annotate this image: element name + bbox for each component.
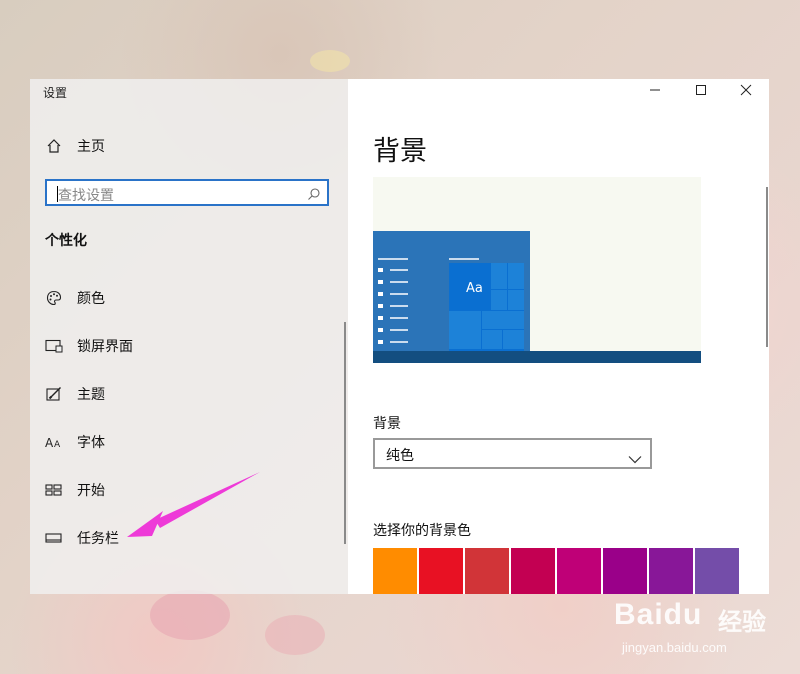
baidu-watermark: Baidu 经验 jingyan.baidu.com [614, 588, 794, 668]
annotation-arrow [127, 472, 260, 537]
watermark-brand: Baidu [614, 598, 703, 631]
watermark-cn: 经验 [718, 608, 766, 636]
watermark-url: jingyan.baidu.com [622, 640, 727, 655]
